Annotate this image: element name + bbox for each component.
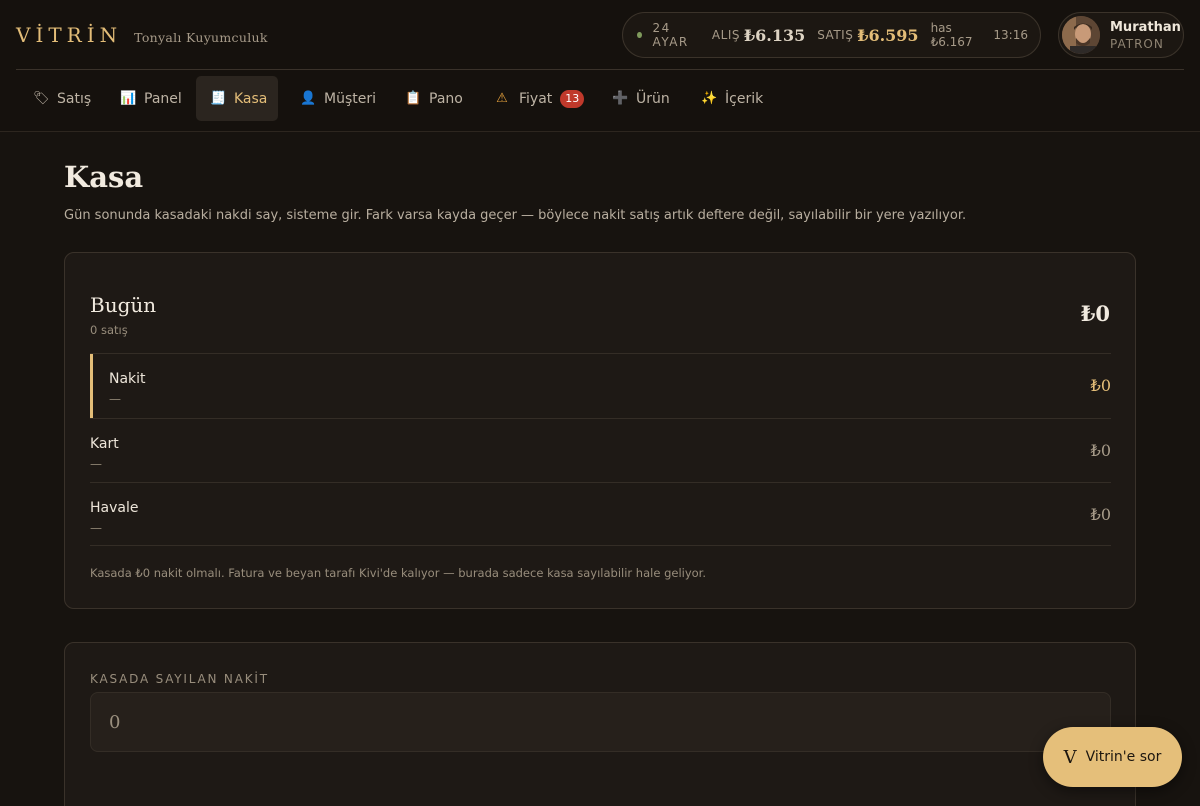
top-bar: VİTRİN Tonyalı Kuyumculuk 24 AYAR ALIŞ ₺… <box>0 0 1200 70</box>
tab-label: Satış <box>57 90 92 107</box>
tab-kasa[interactable]: 🧾 Kasa <box>196 76 278 121</box>
payment-method-name: Havale <box>90 500 139 516</box>
user-role: PATRON <box>1110 36 1164 51</box>
receipt-icon: 🧾 <box>210 91 227 106</box>
karat-label: 24 AYAR <box>652 21 689 49</box>
tab-label: Fiyat <box>519 90 553 107</box>
counted-cash-input[interactable] <box>90 692 1111 752</box>
cash-count-label: KASADA SAYILAN NAKİT <box>90 672 269 686</box>
ask-vitrin-button[interactable]: V Vitrin'e sor <box>1043 727 1182 787</box>
tab-label: Kasa <box>234 90 268 107</box>
payment-row-kart: Kart — ₺0 <box>90 418 1111 482</box>
payment-amount: ₺0 <box>1090 505 1111 524</box>
person-icon: 👤 <box>300 91 317 106</box>
payment-method-detail: — <box>90 521 102 535</box>
live-status-dot <box>637 32 642 38</box>
gold-price-ticker: 24 AYAR ALIŞ ₺6.135 SATIŞ ₺6.595 has ₺6.… <box>622 12 1041 58</box>
avatar <box>1062 16 1100 54</box>
cash-accent-bar <box>90 354 93 418</box>
user-menu[interactable]: Murathan PATRON <box>1058 12 1184 58</box>
payment-row-havale: Havale — ₺0 <box>90 482 1111 546</box>
card-title: Bugün <box>90 293 157 317</box>
payment-method-name: Nakit <box>109 371 146 387</box>
tab-urun[interactable]: ➕ Ürün <box>598 76 684 121</box>
sparkles-icon: ✨ <box>701 91 718 106</box>
tab-musteri[interactable]: 👤 Müşteri <box>286 76 390 121</box>
tab-satis[interactable]: 🏷 Satış <box>19 76 105 121</box>
sell-label: SATIŞ <box>817 28 854 42</box>
page-description: Gün sonunda kasadaki nakdi say, sisteme … <box>64 208 967 223</box>
tab-label: İçerik <box>725 90 764 107</box>
brand-logo: VİTRİN <box>16 23 123 47</box>
tab-label: Panel <box>144 90 182 107</box>
cash-note: Kasada ₺0 nakit olmalı. Fatura ve beyan … <box>90 566 707 580</box>
fiyat-alert-badge: 13 <box>560 89 585 108</box>
ask-vitrin-label: Vitrin'e sor <box>1085 749 1162 765</box>
buy-label: ALIŞ <box>711 28 740 42</box>
brand-subtitle: Tonyalı Kuyumculuk <box>134 30 268 45</box>
payment-method-detail: — <box>109 392 121 406</box>
today-summary-card: Bugün 0 satış ₺0 Nakit — ₺0 Kart — ₺0 Ha… <box>64 252 1136 609</box>
tab-label: Müşteri <box>324 90 376 107</box>
payment-row-nakit: Nakit — ₺0 <box>90 353 1111 418</box>
warning-icon: ⚠ <box>496 91 508 106</box>
brand[interactable]: VİTRİN Tonyalı Kuyumculuk <box>16 23 268 47</box>
today-total: ₺0 <box>1080 301 1110 326</box>
tab-label: Pano <box>429 90 463 107</box>
tab-icerik[interactable]: ✨ İçerik <box>687 76 777 121</box>
main-nav: 🏷 Satış 📊 Panel 🧾 Kasa 👤 Müşteri 📋 Pano … <box>0 70 1200 132</box>
payment-method-detail: — <box>90 457 102 471</box>
payment-amount: ₺0 <box>1090 376 1111 395</box>
user-name: Murathan <box>1110 19 1181 35</box>
tab-panel[interactable]: 📊 Panel <box>106 76 196 121</box>
vitrin-logo-icon: V <box>1063 746 1077 768</box>
payment-amount: ₺0 <box>1090 441 1111 460</box>
tab-label: Ürün <box>636 90 670 107</box>
cash-count-card: KASADA SAYILAN NAKİT <box>64 642 1136 806</box>
tab-fiyat[interactable]: ⚠ Fiyat 13 <box>481 76 598 121</box>
tab-pano[interactable]: 📋 Pano <box>391 76 477 121</box>
has-price: has ₺6.167 <box>930 21 973 49</box>
clipboard-icon: 📋 <box>405 91 422 106</box>
payment-method-name: Kart <box>90 436 119 452</box>
plus-icon: ➕ <box>612 91 629 106</box>
update-time: 13:16 <box>993 28 1028 42</box>
sales-count: 0 satış <box>90 323 128 337</box>
page-title: Kasa <box>64 160 144 194</box>
buy-price: ₺6.135 <box>743 25 806 45</box>
sell-price: ₺6.595 <box>857 25 919 45</box>
chart-icon: 📊 <box>120 91 137 106</box>
tag-icon: 🏷 <box>33 91 50 106</box>
